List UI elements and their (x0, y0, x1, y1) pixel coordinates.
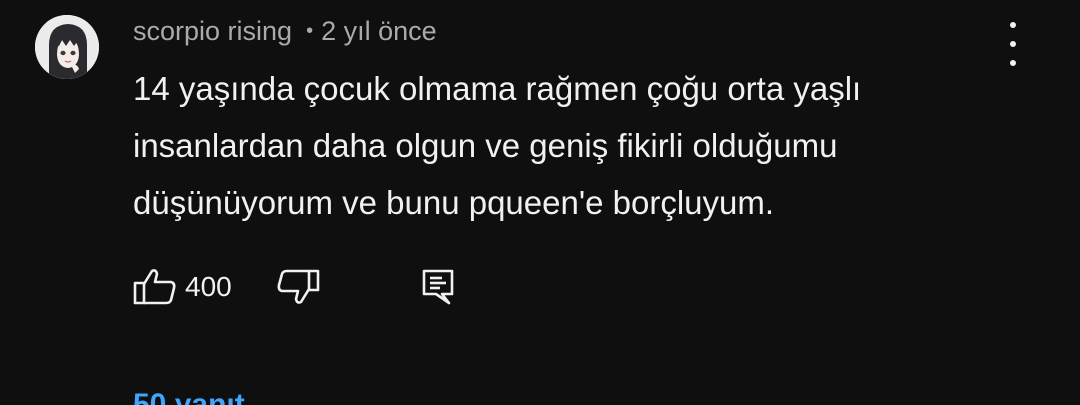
like-button[interactable]: 400 (133, 267, 232, 307)
dislike-button[interactable] (276, 267, 320, 307)
view-replies-button[interactable]: 50 yanıt (133, 388, 245, 405)
comment-text-line: insanlardan daha olgun ve geniş fikirli … (133, 127, 838, 164)
comment-text-line: 14 yaşında çocuk olmama rağmen çoğu orta… (133, 70, 862, 107)
comment-thread: scorpio rising • 2 yıl önce 14 yaşında ç… (0, 0, 1080, 405)
comment-reply-icon (422, 269, 454, 305)
comment-actions: 400 (133, 266, 456, 308)
thumb-down-icon (277, 269, 320, 304)
author-name[interactable]: scorpio rising (133, 16, 292, 47)
more-options-button[interactable] (998, 22, 1028, 66)
comment-text: 14 yaşında çocuk olmama rağmen çoğu orta… (133, 60, 993, 231)
comment-text-line: düşünüyorum ve bunu pqueen'e borçluyum. (133, 184, 775, 221)
meta-separator: • (306, 19, 314, 42)
comment-header: scorpio rising • 2 yıl önce (133, 14, 437, 48)
avatar[interactable] (35, 15, 99, 79)
comment-timestamp: 2 yıl önce (321, 15, 437, 46)
thumb-up-icon (133, 269, 176, 305)
more-vert-icon (1010, 22, 1016, 28)
reply-button[interactable] (420, 267, 456, 307)
like-count: 400 (185, 271, 232, 302)
